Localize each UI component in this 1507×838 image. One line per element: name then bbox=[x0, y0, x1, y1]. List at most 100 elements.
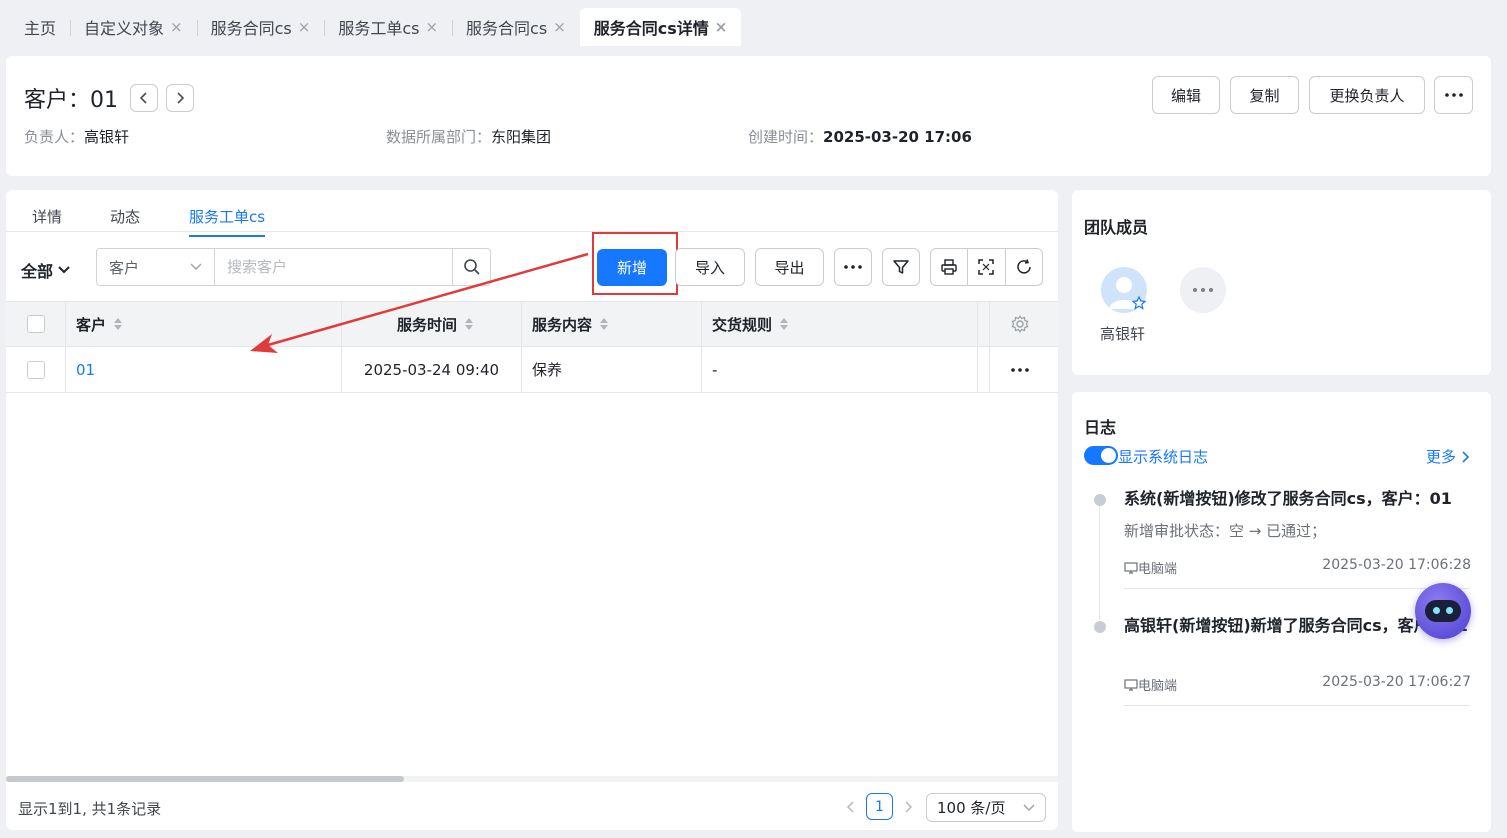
service-content-cell: 保养 bbox=[532, 361, 563, 379]
search-input[interactable] bbox=[215, 249, 452, 285]
divider bbox=[1124, 705, 1470, 706]
more-icon bbox=[1444, 93, 1463, 97]
more-tools-button[interactable] bbox=[834, 248, 872, 286]
column-customer[interactable]: 客户 bbox=[66, 302, 342, 346]
service-time-cell: 2025-03-24 09:40 bbox=[363, 360, 500, 379]
column-label: 交货规则 bbox=[712, 315, 773, 334]
close-icon[interactable]: × bbox=[425, 18, 438, 36]
created-label: 创建时间： bbox=[748, 128, 824, 146]
prev-record-button[interactable] bbox=[130, 84, 158, 112]
more-icon bbox=[1011, 367, 1029, 372]
next-record-button[interactable] bbox=[166, 84, 194, 112]
row-more-button[interactable] bbox=[990, 347, 1050, 392]
add-button[interactable]: 新增 bbox=[597, 249, 667, 286]
sort-icon[interactable] bbox=[600, 317, 609, 331]
close-icon[interactable]: × bbox=[298, 18, 311, 36]
print-button[interactable] bbox=[931, 249, 967, 285]
timeline-dot bbox=[1094, 621, 1106, 633]
scope-label: 全部 bbox=[21, 262, 54, 281]
tab-label: 服务合同cs bbox=[210, 19, 292, 38]
column-label: 服务时间 bbox=[396, 315, 457, 334]
dept-label: 数据所属部门： bbox=[386, 128, 492, 146]
owner-meta: 负责人：高银轩 bbox=[24, 126, 129, 147]
edit-button[interactable]: 编辑 bbox=[1152, 76, 1220, 114]
timeline-line bbox=[1099, 500, 1100, 620]
horizontal-scrollbar[interactable] bbox=[6, 776, 1058, 782]
system-log-toggle[interactable] bbox=[1084, 446, 1118, 465]
created-value: 2025-03-20 17:06 bbox=[823, 128, 972, 146]
scrollbar-thumb[interactable] bbox=[6, 776, 404, 782]
tab-custom-object[interactable]: 自定义对象 × bbox=[70, 8, 197, 46]
detail-subtabs: 详情 动态 服务工单cs bbox=[6, 190, 1058, 237]
tab-service-order[interactable]: 服务工单cs × bbox=[324, 8, 452, 46]
pagination: 1 bbox=[844, 793, 915, 820]
search-button[interactable] bbox=[452, 249, 490, 285]
log-entry-source-label: 电脑端 bbox=[1138, 562, 1178, 577]
column-delivery-rule[interactable]: 交货规则 bbox=[702, 302, 978, 346]
search-field-select[interactable]: 客户 bbox=[97, 249, 215, 285]
record-header: 客户：01 负责人：高银轩 数据所属部门：东阳集团 创建时间：2025-03-2… bbox=[6, 56, 1491, 176]
close-icon[interactable]: × bbox=[715, 18, 728, 36]
subtab-activity[interactable]: 动态 bbox=[110, 206, 140, 227]
page-size-select[interactable]: 100 条/页 bbox=[926, 793, 1046, 822]
tab-home[interactable]: 主页 bbox=[10, 8, 70, 46]
timeline-dot bbox=[1094, 494, 1106, 506]
row-checkbox[interactable] bbox=[26, 360, 45, 379]
select-all-checkbox[interactable] bbox=[26, 315, 45, 333]
close-icon[interactable]: × bbox=[553, 18, 566, 36]
search-field-value: 客户 bbox=[109, 258, 140, 277]
page-number[interactable]: 1 bbox=[866, 793, 893, 820]
record-summary: 显示1到1, 共1条记录 bbox=[18, 800, 162, 818]
chevron-left-icon[interactable] bbox=[844, 800, 858, 814]
tab-service-contract-2[interactable]: 服务合同cs × bbox=[452, 8, 580, 46]
more-link[interactable]: 更多 bbox=[1426, 446, 1472, 467]
copy-button[interactable]: 复制 bbox=[1230, 76, 1299, 114]
close-icon[interactable]: × bbox=[170, 18, 183, 36]
export-button[interactable]: 导出 bbox=[755, 248, 824, 286]
gear-icon bbox=[1011, 315, 1029, 333]
column-service-content[interactable]: 服务内容 bbox=[522, 302, 702, 346]
refresh-button[interactable] bbox=[1004, 249, 1042, 285]
table-header: 客户 服务时间 服务内容 交货规则 bbox=[6, 301, 1058, 347]
log-entry-title: 系统(新增按钮)修改了服务合同cs，客户：01 bbox=[1124, 489, 1452, 508]
sort-icon[interactable] bbox=[114, 317, 123, 331]
tab-label: 服务工单cs bbox=[338, 19, 420, 38]
log-entry-detail: 新增审批状态：空 → 已通过； bbox=[1124, 522, 1327, 540]
view-tools-group bbox=[930, 248, 1043, 286]
robot-icon bbox=[1425, 600, 1461, 622]
page-title: 客户：01 bbox=[24, 88, 118, 113]
customer-link[interactable]: 01 bbox=[76, 361, 95, 379]
chevron-left-icon bbox=[139, 92, 147, 104]
log-entry-time: 2025-03-20 17:06:27 bbox=[1322, 674, 1471, 690]
column-settings-button[interactable] bbox=[990, 302, 1050, 346]
column-service-time[interactable]: 服务时间 bbox=[342, 302, 522, 346]
fullscreen-button[interactable] bbox=[967, 249, 1004, 285]
change-owner-button[interactable]: 更换负责人 bbox=[1309, 76, 1425, 114]
team-title: 团队成员 bbox=[1084, 218, 1149, 237]
related-list-card: 详情 动态 服务工单cs 全部 客户 新增 导入 导出 bbox=[6, 190, 1058, 830]
sort-icon[interactable] bbox=[780, 317, 789, 331]
import-button[interactable]: 导入 bbox=[675, 248, 745, 286]
filter-button[interactable] bbox=[882, 248, 920, 286]
page-size-value: 100 条/页 bbox=[937, 799, 1006, 817]
subtab-details[interactable]: 详情 bbox=[32, 206, 62, 227]
more-link-label: 更多 bbox=[1426, 448, 1457, 466]
subtab-service-order[interactable]: 服务工单cs bbox=[189, 206, 266, 237]
desktop-icon bbox=[1124, 561, 1138, 574]
more-actions-button[interactable] bbox=[1434, 76, 1473, 114]
created-meta: 创建时间：2025-03-20 17:06 bbox=[748, 126, 972, 147]
system-log-label[interactable]: 显示系统日志 bbox=[1118, 446, 1208, 467]
member-name: 高银轩 bbox=[1100, 325, 1146, 343]
ai-assistant-button[interactable] bbox=[1415, 583, 1471, 639]
sort-icon[interactable] bbox=[465, 317, 473, 331]
tab-service-contract-detail[interactable]: 服务合同cs详情 × bbox=[579, 8, 742, 46]
tab-service-contract[interactable]: 服务合同cs × bbox=[196, 8, 325, 46]
delivery-rule-cell: - bbox=[712, 360, 718, 379]
log-entry-source: 电脑端 bbox=[1124, 558, 1177, 577]
chevron-right-icon[interactable] bbox=[901, 800, 915, 814]
scope-dropdown[interactable]: 全部 bbox=[21, 258, 71, 282]
fullscreen-icon bbox=[978, 259, 995, 275]
chevron-right-icon bbox=[177, 92, 185, 104]
team-members-card: 团队成员 高银轩 bbox=[1072, 190, 1491, 375]
more-members-button[interactable] bbox=[1180, 267, 1226, 313]
